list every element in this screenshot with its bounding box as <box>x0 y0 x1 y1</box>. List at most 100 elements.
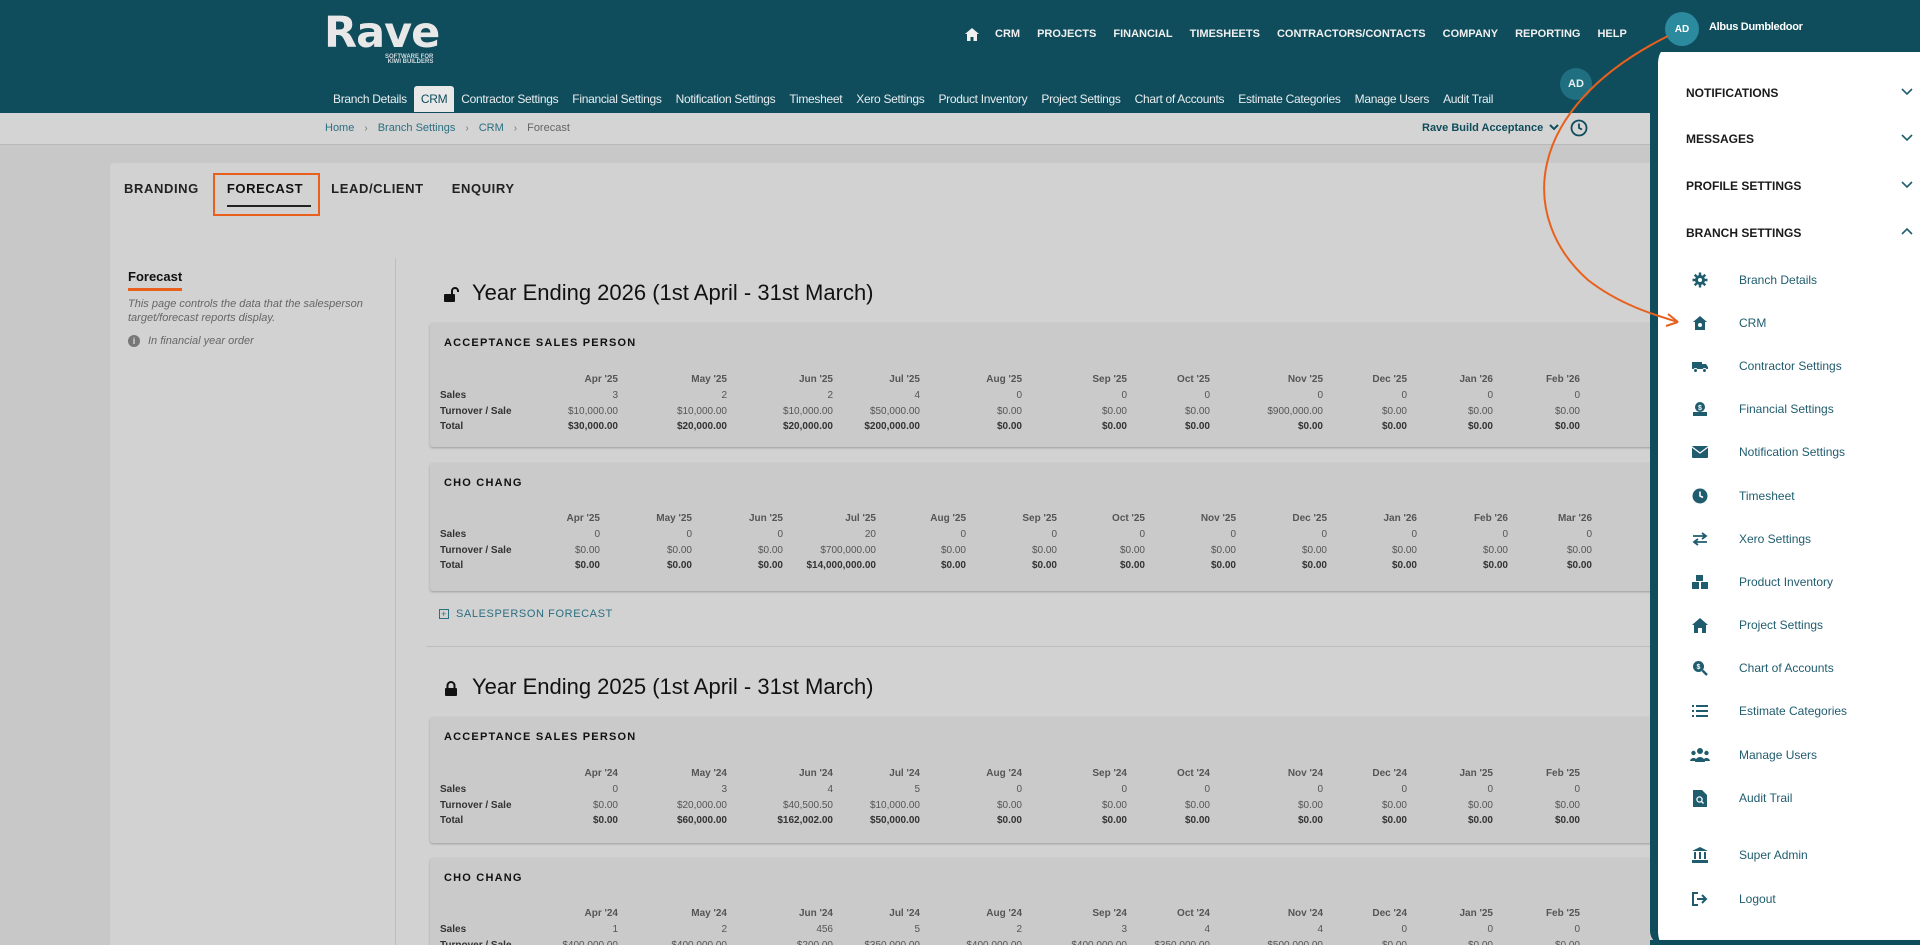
forecast-cell-sales[interactable]: 0 <box>932 390 1022 401</box>
forecast-cell-turnover[interactable]: $0.00 <box>602 545 692 556</box>
forecast-cell-sales[interactable]: 0 <box>1233 390 1323 401</box>
forecast-cell-turnover[interactable]: $350,000.00 <box>1120 940 1210 945</box>
forecast-cell-turnover[interactable]: $0.00 <box>1120 406 1210 417</box>
subnav-audit-trail[interactable]: Audit Trail <box>1436 86 1500 112</box>
breadcrumb-home[interactable]: Home <box>325 122 354 134</box>
forecast-cell-turnover[interactable]: $10,000.00 <box>830 800 920 811</box>
menu-item-super-admin[interactable]: Super Admin <box>1690 845 1808 865</box>
forecast-cell-turnover[interactable]: $350,000.00 <box>830 940 920 945</box>
forecast-cell-turnover[interactable]: $500,000.00 <box>1233 940 1323 945</box>
forecast-cell-turnover[interactable]: $0.00 <box>1233 800 1323 811</box>
menu-item-estimate-categories[interactable]: Estimate Categories <box>1690 701 1847 721</box>
menu-item-chart-of-accounts[interactable]: $ Chart of Accounts <box>1690 658 1834 678</box>
forecast-cell-turnover[interactable]: $20,000.00 <box>637 800 727 811</box>
forecast-cell-sales[interactable]: 0 <box>510 529 600 540</box>
forecast-cell-turnover[interactable]: $10,000.00 <box>528 406 618 417</box>
forecast-cell-sales[interactable]: 0 <box>932 784 1022 795</box>
menu-item-manage-users[interactable]: Manage Users <box>1690 745 1817 765</box>
main-nav-help[interactable]: HELP <box>1597 28 1626 40</box>
forecast-cell-turnover[interactable]: $0.00 <box>1317 800 1407 811</box>
menu-item-notification-settings[interactable]: Notification Settings <box>1690 442 1845 462</box>
forecast-cell-sales[interactable]: 0 <box>1037 784 1127 795</box>
forecast-cell-sales[interactable]: 0 <box>1120 784 1210 795</box>
main-nav-timesheets[interactable]: TIMESHEETS <box>1190 28 1260 40</box>
header-avatar[interactable]: AD <box>1560 68 1592 100</box>
subnav-branch-details[interactable]: Branch Details <box>326 86 414 112</box>
forecast-cell-turnover[interactable]: $0.00 <box>1490 940 1580 945</box>
forecast-cell-sales[interactable]: 456 <box>743 924 833 935</box>
subnav-notification-settings[interactable]: Notification Settings <box>669 86 783 112</box>
forecast-cell-turnover[interactable]: $0.00 <box>693 545 783 556</box>
menu-item-product-inventory[interactable]: Product Inventory <box>1690 572 1833 592</box>
forecast-cell-sales[interactable]: 2 <box>637 924 727 935</box>
subnav-manage-users[interactable]: Manage Users <box>1348 86 1436 112</box>
forecast-cell-sales[interactable]: 0 <box>1120 390 1210 401</box>
section-notifications[interactable]: NOTIFICATIONS <box>1686 86 1920 100</box>
forecast-cell-turnover[interactable]: $400,000.00 <box>637 940 727 945</box>
subnav-project-settings[interactable]: Project Settings <box>1034 86 1127 112</box>
forecast-cell-sales[interactable]: 20 <box>786 529 876 540</box>
menu-item-contractor-settings[interactable]: Contractor Settings <box>1690 356 1842 376</box>
forecast-cell-sales[interactable]: 0 <box>1490 924 1580 935</box>
forecast-cell-sales[interactable]: 5 <box>830 784 920 795</box>
forecast-cell-sales[interactable]: 0 <box>1237 529 1327 540</box>
subnav-contractor-settings[interactable]: Contractor Settings <box>454 86 565 112</box>
home-icon[interactable] <box>965 26 981 42</box>
section-profile-settings[interactable]: PROFILE SETTINGS <box>1686 179 1920 193</box>
forecast-cell-sales[interactable]: 5 <box>830 924 920 935</box>
forecast-cell-turnover[interactable]: $0.00 <box>1502 545 1592 556</box>
forecast-cell-turnover[interactable]: $0.00 <box>1146 545 1236 556</box>
unlock-icon[interactable] <box>442 284 460 302</box>
forecast-cell-sales[interactable]: 0 <box>528 784 618 795</box>
tab-lead-client[interactable]: LEAD/CLIENT <box>317 163 438 223</box>
forecast-cell-turnover[interactable]: $900,000.00 <box>1233 406 1323 417</box>
forecast-cell-sales[interactable]: 3 <box>528 390 618 401</box>
subnav-product-inventory[interactable]: Product Inventory <box>931 86 1034 112</box>
subnav-financial-settings[interactable]: Financial Settings <box>565 86 668 112</box>
tab-enquiry[interactable]: ENQUIRY <box>438 163 529 223</box>
forecast-cell-turnover[interactable]: $0.00 <box>1037 800 1127 811</box>
forecast-cell-turnover[interactable]: $0.00 <box>1317 406 1407 417</box>
main-nav-reporting[interactable]: REPORTING <box>1515 28 1580 40</box>
forecast-cell-turnover[interactable]: $400,000.00 <box>528 940 618 945</box>
menu-item-logout[interactable]: Logout <box>1690 889 1776 909</box>
menu-item-project-settings[interactable]: Project Settings <box>1690 615 1823 635</box>
forecast-cell-sales[interactable]: 0 <box>1403 390 1493 401</box>
rave-logo[interactable]: Rave SOFTWARE FOR KIWI BUILDERS <box>324 10 440 66</box>
forecast-cell-sales[interactable]: 0 <box>1418 529 1508 540</box>
subnav-timesheet[interactable]: Timesheet <box>782 86 849 112</box>
forecast-cell-turnover[interactable]: $0.00 <box>510 545 600 556</box>
lock-icon[interactable] <box>442 678 460 696</box>
tab-branding[interactable]: BRANDING <box>110 163 213 223</box>
main-nav-projects[interactable]: PROJECTS <box>1037 28 1096 40</box>
subnav-estimate-categories[interactable]: Estimate Categories <box>1231 86 1347 112</box>
forecast-cell-turnover[interactable]: $10,000.00 <box>637 406 727 417</box>
forecast-cell-sales[interactable]: 0 <box>1490 390 1580 401</box>
forecast-cell-sales[interactable]: 4 <box>743 784 833 795</box>
forecast-cell-sales[interactable]: 0 <box>602 529 692 540</box>
forecast-cell-turnover[interactable]: $0.00 <box>1317 940 1407 945</box>
menu-item-audit-trail[interactable]: Audit Trail <box>1690 788 1792 808</box>
section-messages[interactable]: MESSAGES <box>1686 132 1920 146</box>
forecast-cell-turnover[interactable]: $0.00 <box>967 545 1057 556</box>
menu-item-branch-details[interactable]: Branch Details <box>1690 270 1817 290</box>
forecast-cell-turnover[interactable]: $700,000.00 <box>786 545 876 556</box>
salesperson-forecast-link[interactable]: + SALESPERSON FORECAST <box>439 608 613 620</box>
forecast-cell-sales[interactable]: 0 <box>876 529 966 540</box>
main-nav-contractors[interactable]: CONTRACTORS/CONTACTS <box>1277 28 1426 40</box>
breadcrumb-crm[interactable]: CRM <box>479 122 504 134</box>
forecast-cell-turnover[interactable]: $400,000.00 <box>1037 940 1127 945</box>
main-nav-company[interactable]: COMPANY <box>1443 28 1498 40</box>
user-avatar[interactable]: AD <box>1665 12 1699 46</box>
forecast-cell-turnover[interactable]: $200.00 <box>743 940 833 945</box>
forecast-cell-sales[interactable]: 2 <box>637 390 727 401</box>
forecast-cell-sales[interactable]: 4 <box>830 390 920 401</box>
forecast-cell-sales[interactable]: 0 <box>1317 784 1407 795</box>
forecast-cell-sales[interactable]: 0 <box>1403 784 1493 795</box>
forecast-cell-turnover[interactable]: $0.00 <box>1120 800 1210 811</box>
breadcrumb-branch-settings[interactable]: Branch Settings <box>378 122 456 134</box>
forecast-cell-sales[interactable]: 0 <box>1055 529 1145 540</box>
section-branch-settings[interactable]: BRANCH SETTINGS <box>1686 226 1920 240</box>
forecast-cell-turnover[interactable]: $40,500.50 <box>743 800 833 811</box>
menu-item-timesheet[interactable]: Timesheet <box>1690 486 1795 506</box>
